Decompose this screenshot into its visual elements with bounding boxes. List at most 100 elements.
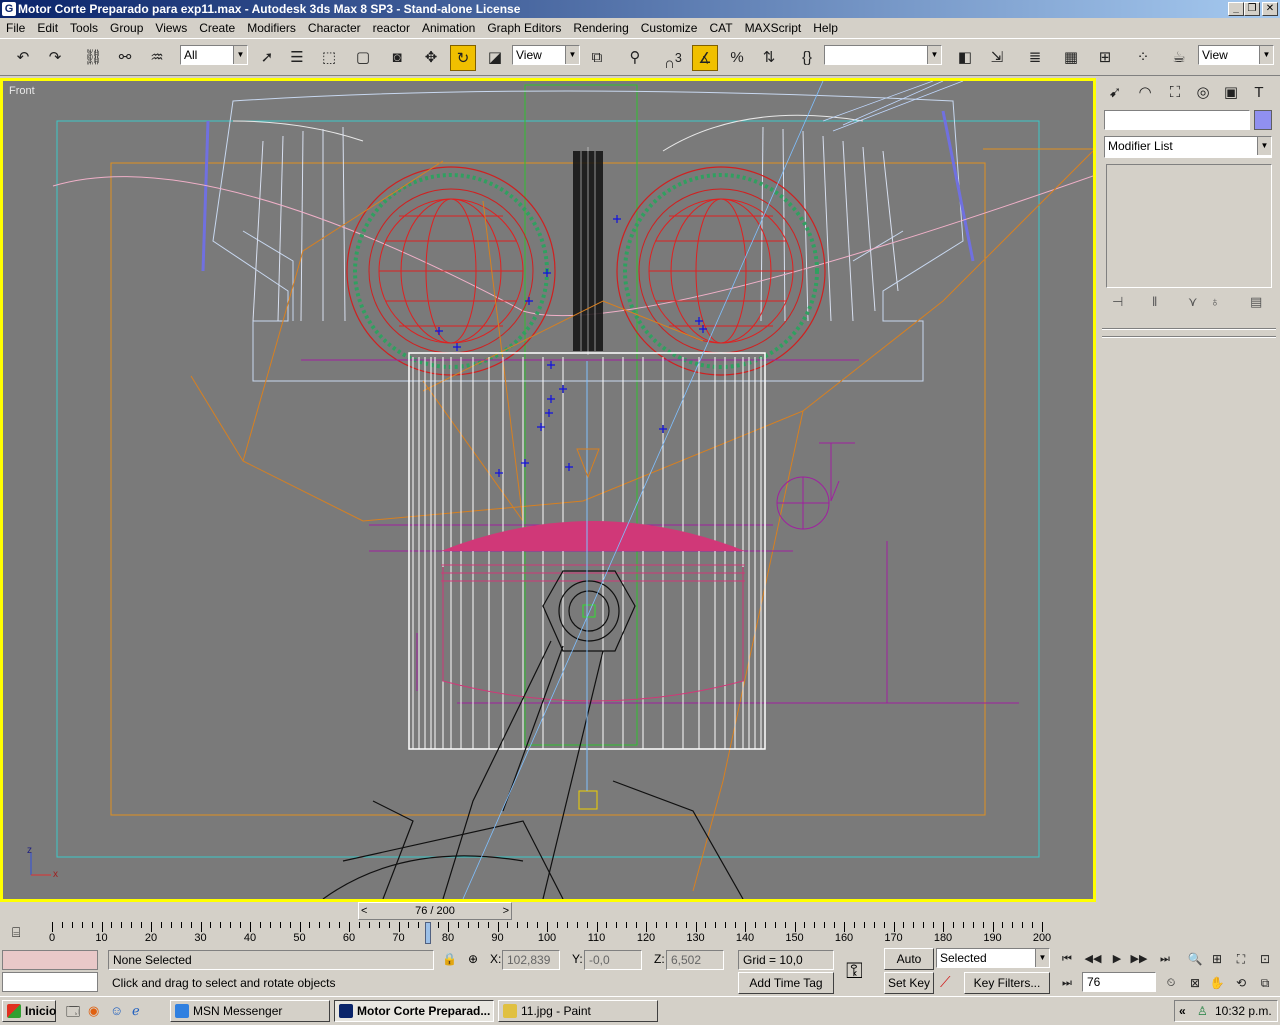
zoom-extents-all-icon[interactable]: ⊡ bbox=[1254, 948, 1276, 970]
zoom-icon[interactable]: 🔍 bbox=[1184, 948, 1206, 970]
object-name-field[interactable] bbox=[1104, 110, 1250, 130]
tray-expand-icon[interactable]: « bbox=[1179, 1001, 1186, 1021]
unlink-icon[interactable]: ⚯ bbox=[112, 45, 138, 71]
schematic-view-icon[interactable]: ⊞ bbox=[1092, 45, 1118, 71]
snaps-toggle-icon[interactable]: ∩3 bbox=[660, 45, 686, 72]
select-and-manipulate-icon[interactable]: ⚲ bbox=[622, 45, 648, 71]
quicklaunch-ie-icon[interactable]: ℯ bbox=[132, 1003, 140, 1019]
menu-help[interactable]: Help bbox=[807, 18, 844, 38]
make-unique-icon[interactable]: ⋎ bbox=[1188, 294, 1198, 310]
add-time-tag-button[interactable]: Add Time Tag bbox=[738, 972, 834, 994]
key-filters-button[interactable]: Key Filters... bbox=[964, 972, 1050, 994]
menu-character[interactable]: Character bbox=[302, 18, 367, 38]
menu-edit[interactable]: Edit bbox=[31, 18, 64, 38]
auto-key-button[interactable]: Auto Key bbox=[884, 948, 934, 986]
curve-editor-icon[interactable]: ▦ bbox=[1058, 45, 1084, 71]
menu-views[interactable]: Views bbox=[149, 18, 193, 38]
chevron-right-icon[interactable]: > bbox=[503, 903, 509, 919]
menu-graph-editors[interactable]: Graph Editors bbox=[481, 18, 567, 38]
select-and-move-icon[interactable]: ✥ bbox=[418, 45, 444, 71]
field-of-view-icon[interactable]: ⊠ bbox=[1184, 972, 1206, 994]
x-coordinate[interactable]: 102,839 bbox=[502, 950, 560, 970]
menu-tools[interactable]: Tools bbox=[64, 18, 104, 38]
default-tangent-icon[interactable]: ⟋ bbox=[940, 974, 951, 991]
select-and-scale-icon[interactable]: ◪ bbox=[482, 45, 508, 71]
arc-rotate-icon[interactable]: ⟲ bbox=[1230, 972, 1252, 994]
menu-cat[interactable]: CAT bbox=[703, 18, 738, 38]
remove-modifier-icon[interactable]: ♁ bbox=[1210, 294, 1220, 309]
reference-coordinate-dropdown[interactable]: View ▼ bbox=[512, 45, 580, 65]
quicklaunch-desktop-icon[interactable]: 🗔 bbox=[66, 1003, 80, 1025]
maxscript-listener-pink[interactable] bbox=[2, 950, 98, 970]
go-to-end-icon[interactable]: ⏭ bbox=[1154, 948, 1176, 970]
maximize-viewport-icon[interactable]: ⧉ bbox=[1254, 972, 1276, 994]
go-to-start-icon[interactable]: ⏮ bbox=[1056, 948, 1078, 970]
menu-rendering[interactable]: Rendering bbox=[567, 18, 634, 38]
menu-maxscript[interactable]: MAXScript bbox=[739, 18, 808, 38]
z-coordinate[interactable]: 6,502 bbox=[666, 950, 724, 970]
current-frame-field[interactable]: 76 bbox=[1082, 972, 1156, 992]
pin-stack-icon[interactable]: ⊣ bbox=[1112, 294, 1123, 310]
task-msn-messenger[interactable]: MSN Messenger bbox=[170, 1000, 330, 1022]
select-region-icon[interactable]: ◙ bbox=[384, 45, 410, 71]
object-color-swatch[interactable] bbox=[1254, 110, 1272, 130]
utilities-tab-icon[interactable]: T bbox=[1246, 80, 1272, 106]
create-tab-icon[interactable]: ➹ bbox=[1102, 80, 1128, 106]
display-tab-icon[interactable]: ▣ bbox=[1218, 80, 1244, 106]
network-icon[interactable]: ♙ bbox=[1197, 1001, 1208, 1021]
menu-create[interactable]: Create bbox=[193, 18, 241, 38]
render-scene-icon[interactable]: ☕ bbox=[1166, 45, 1192, 71]
menu-animation[interactable]: Animation bbox=[416, 18, 481, 38]
y-coordinate[interactable]: -0,0 bbox=[584, 950, 642, 970]
show-end-result-icon[interactable]: ‖ bbox=[1152, 294, 1157, 309]
set-key-button[interactable]: Set Key bbox=[884, 972, 934, 994]
modifier-stack[interactable] bbox=[1106, 164, 1272, 288]
redo-icon[interactable]: ↷ bbox=[42, 45, 68, 71]
track-bar[interactable]: 0 10 20 30 40 50 60 70 80 90 100 110 120 130 140 150 160… bbox=[40, 922, 1051, 948]
close-button[interactable]: ✕ bbox=[1262, 2, 1278, 16]
modify-tab-icon[interactable]: ◠ bbox=[1132, 80, 1158, 106]
select-object-icon[interactable]: ➚ bbox=[254, 45, 280, 71]
zoom-extents-icon[interactable]: ⛶ bbox=[1230, 948, 1252, 970]
motion-tab-icon[interactable]: ◎ bbox=[1190, 80, 1216, 106]
render-type-dropdown[interactable]: View ▼ bbox=[1198, 45, 1274, 65]
selection-filter-dropdown[interactable]: All ▼ bbox=[180, 45, 248, 65]
task-3dsmax[interactable]: Motor Corte Preparad... bbox=[334, 1000, 494, 1022]
time-configuration-icon[interactable]: ⏲ bbox=[1160, 972, 1182, 994]
chevron-left-icon[interactable]: < bbox=[361, 903, 367, 919]
play-icon[interactable]: ▶ bbox=[1106, 948, 1128, 970]
configure-modifier-sets-icon[interactable]: ▤ bbox=[1250, 294, 1262, 310]
angle-snap-icon[interactable]: ∡ bbox=[692, 45, 718, 71]
front-viewport[interactable]: Front z x bbox=[0, 78, 1096, 902]
select-and-rotate-icon[interactable]: ↻ bbox=[450, 45, 476, 71]
restore-button[interactable]: ❐ bbox=[1244, 2, 1260, 16]
select-and-link-icon[interactable]: ⛓ bbox=[80, 45, 106, 71]
rectangular-selection-icon[interactable]: ⬚ bbox=[316, 45, 342, 71]
time-slider[interactable]: < 76 / 200 > bbox=[358, 902, 512, 920]
zoom-all-icon[interactable]: ⊞ bbox=[1206, 948, 1228, 970]
hierarchy-tab-icon[interactable]: ⛶ bbox=[1162, 80, 1188, 106]
next-frame-icon[interactable]: ▶▶ bbox=[1128, 948, 1150, 970]
bind-space-warp-icon[interactable]: ♒ bbox=[144, 45, 170, 71]
layer-manager-icon[interactable]: ≣ bbox=[1022, 45, 1048, 71]
quicklaunch-firefox-icon[interactable]: ◉ bbox=[88, 1003, 99, 1019]
task-paint[interactable]: 11.jpg - Paint bbox=[498, 1000, 658, 1022]
window-crossing-icon[interactable]: ▢ bbox=[350, 45, 376, 71]
menu-reactor[interactable]: reactor bbox=[367, 18, 416, 38]
start-button[interactable]: Inicio bbox=[2, 1000, 56, 1022]
clock[interactable]: 10:32 p.m. bbox=[1215, 1001, 1272, 1021]
key-icon[interactable]: ⚿ bbox=[846, 958, 863, 984]
minimize-button[interactable]: _ bbox=[1228, 2, 1244, 16]
lock-selection-icon[interactable]: 🔒 bbox=[442, 952, 457, 966]
key-mode-dropdown[interactable]: Selected ▼ bbox=[936, 948, 1050, 968]
mirror-icon[interactable]: ◧ bbox=[952, 45, 978, 71]
material-editor-icon[interactable]: ⁘ bbox=[1130, 45, 1156, 71]
percent-snap-icon[interactable]: % bbox=[724, 45, 750, 71]
menu-modifiers[interactable]: Modifiers bbox=[241, 18, 302, 38]
maxscript-listener-white[interactable] bbox=[2, 972, 98, 992]
align-icon[interactable]: ⇲ bbox=[984, 45, 1010, 71]
menu-group[interactable]: Group bbox=[104, 18, 149, 38]
quicklaunch-messenger-icon[interactable]: ☺ bbox=[110, 1003, 123, 1018]
modifier-list-dropdown[interactable]: Modifier List ▼ bbox=[1104, 136, 1272, 158]
current-frame-marker[interactable] bbox=[425, 922, 432, 944]
